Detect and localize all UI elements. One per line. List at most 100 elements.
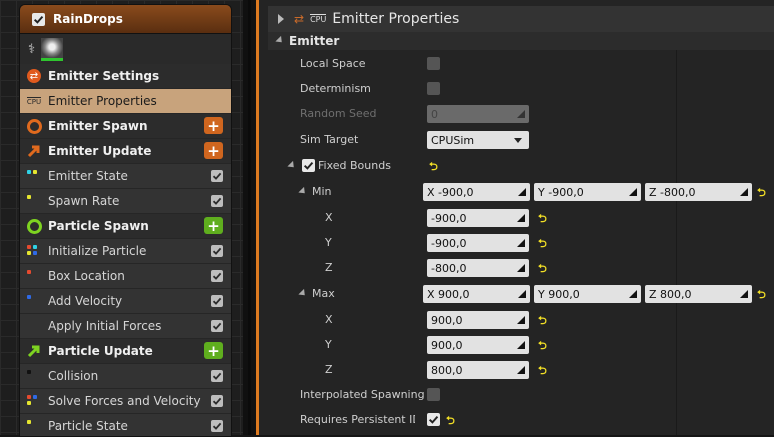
stack-item-emitter-state[interactable]: Emitter State bbox=[20, 164, 231, 189]
ring-icon bbox=[20, 214, 48, 238]
random-seed-field: 0 bbox=[427, 105, 529, 123]
fixed-bounds-expand-icon[interactable] bbox=[287, 160, 297, 171]
min-z-input[interactable]: -800,0 bbox=[427, 259, 529, 277]
category-expand-icon bbox=[275, 35, 285, 46]
prop-local-space: Local Space bbox=[268, 51, 774, 76]
interpolated-spawning-checkbox[interactable] bbox=[427, 388, 440, 401]
stack-item-emitter-update[interactable]: Emitter Update + bbox=[20, 139, 231, 164]
min-label: Min bbox=[312, 185, 332, 198]
drag-handle-icon bbox=[517, 214, 525, 222]
emitter-pin-icon[interactable]: ⚕ bbox=[28, 42, 35, 57]
min-expand-icon[interactable] bbox=[298, 186, 308, 197]
max-z-input[interactable]: 800,0 bbox=[427, 361, 529, 379]
collapse-icon[interactable] bbox=[278, 14, 284, 24]
add-module-button[interactable]: + bbox=[204, 142, 223, 160]
reset-to-default-icon[interactable]: ⮌ bbox=[538, 312, 547, 331]
max-x-value: 900,0 bbox=[438, 287, 470, 301]
reset-to-default-icon[interactable]: ⮌ bbox=[538, 235, 547, 254]
requires-persistent-ids-checkbox[interactable] bbox=[427, 413, 440, 426]
determinism-label: Determinism bbox=[300, 82, 371, 95]
add-module-button[interactable]: + bbox=[204, 217, 223, 235]
min-y-value: -900,0 bbox=[548, 185, 584, 199]
max-x-input[interactable]: 900,0 bbox=[427, 311, 529, 329]
drag-handle-icon bbox=[517, 341, 525, 349]
max-expand-icon[interactable] bbox=[298, 288, 308, 299]
emitter-settings-icon: ⇄ bbox=[20, 64, 48, 88]
chevron-down-icon bbox=[514, 138, 522, 143]
drag-handle-icon bbox=[518, 188, 526, 196]
min-x-input[interactable]: -900,0 bbox=[427, 209, 529, 227]
module-enabled-checkbox[interactable] bbox=[211, 295, 223, 307]
module-enabled-checkbox[interactable] bbox=[211, 270, 223, 282]
max-z-axis-label: Z bbox=[649, 287, 657, 301]
max-y-field[interactable]: Y 900,0 bbox=[534, 285, 641, 303]
stack-item-emitter-spawn[interactable]: Emitter Spawn + bbox=[20, 114, 231, 139]
reset-to-default-icon[interactable]: ⮌ bbox=[538, 260, 547, 279]
add-module-button[interactable]: + bbox=[204, 117, 223, 135]
module-color-dots-icon bbox=[20, 239, 48, 263]
local-space-checkbox[interactable] bbox=[427, 57, 440, 70]
panel-splitter[interactable] bbox=[243, 0, 256, 435]
fixed-bounds-checkbox[interactable] bbox=[302, 159, 315, 172]
prop-random-seed: Random Seed 0 bbox=[268, 101, 774, 126]
module-enabled-checkbox[interactable] bbox=[211, 195, 223, 207]
module-enabled-checkbox[interactable] bbox=[211, 320, 223, 332]
stack-item-particle-update[interactable]: Particle Update + bbox=[20, 339, 231, 364]
reset-to-default-icon[interactable]: ⮌ bbox=[538, 337, 547, 356]
emitter-thumbnail[interactable] bbox=[41, 37, 64, 61]
stack-item-label: Collision bbox=[48, 369, 99, 383]
reset-to-default-icon[interactable]: ⮌ bbox=[429, 158, 438, 177]
module-enabled-checkbox[interactable] bbox=[211, 370, 223, 382]
drag-handle-icon bbox=[740, 290, 748, 298]
stack-item-label: Emitter Spawn bbox=[48, 119, 148, 133]
reset-to-default-icon[interactable]: ⮌ bbox=[757, 184, 766, 203]
reset-to-default-icon[interactable]: ⮌ bbox=[538, 210, 547, 229]
module-enabled-checkbox[interactable] bbox=[211, 245, 223, 257]
prop-max-z: Z 800,0 ⮌ bbox=[268, 357, 774, 382]
details-header: ⇄ CPU Emitter Properties bbox=[268, 6, 774, 32]
stack-item-emitter-settings[interactable]: ⇄ Emitter Settings bbox=[20, 64, 231, 89]
prop-interpolated-spawning: Interpolated Spawning bbox=[268, 382, 774, 407]
min-y-field[interactable]: Y -900,0 bbox=[534, 183, 641, 201]
module-enabled-checkbox[interactable] bbox=[211, 395, 223, 407]
stack-item-particle-state[interactable]: Particle State bbox=[20, 414, 231, 436]
add-module-button[interactable]: + bbox=[204, 342, 223, 360]
reset-to-default-icon[interactable]: ⮌ bbox=[757, 286, 766, 305]
category-emitter[interactable]: Emitter bbox=[268, 32, 774, 50]
min-z-label: Z bbox=[325, 261, 333, 274]
min-y-input[interactable]: -900,0 bbox=[427, 234, 529, 252]
module-color-dots-icon bbox=[20, 264, 48, 288]
stack-item-box-location[interactable]: Box Location bbox=[20, 264, 231, 289]
max-y-value: 900,0 bbox=[548, 287, 580, 301]
min-x-axis-label: X bbox=[427, 185, 435, 199]
max-z-label: Z bbox=[325, 363, 333, 376]
sim-target-dropdown[interactable]: CPUSim bbox=[427, 131, 529, 149]
cpu-icon: CPU bbox=[26, 96, 42, 106]
local-space-label: Local Space bbox=[300, 57, 366, 70]
min-x-field[interactable]: X -900,0 bbox=[423, 183, 530, 201]
determinism-checkbox[interactable] bbox=[427, 82, 440, 95]
max-z-field[interactable]: Z 800,0 bbox=[645, 285, 752, 303]
max-x-field[interactable]: X 900,0 bbox=[423, 285, 530, 303]
min-z-field[interactable]: Z -800,0 bbox=[645, 183, 752, 201]
stack-item-spawn-rate[interactable]: Spawn Rate bbox=[20, 189, 231, 214]
stack-item-initialize-particle[interactable]: Initialize Particle bbox=[20, 239, 231, 264]
stack-item-label: Box Location bbox=[48, 269, 125, 283]
emitter-enabled-checkbox[interactable] bbox=[32, 12, 45, 26]
stack-item-collision[interactable]: Collision bbox=[20, 364, 231, 389]
stack-item-particle-spawn[interactable]: Particle Spawn + bbox=[20, 214, 231, 239]
max-y-input[interactable]: 900,0 bbox=[427, 336, 529, 354]
module-enabled-checkbox[interactable] bbox=[211, 170, 223, 182]
stack-item-apply-initial-forces[interactable]: Apply Initial Forces bbox=[20, 314, 231, 339]
max-y-label: Y bbox=[325, 338, 332, 351]
max-x-axis-label: X bbox=[427, 287, 435, 301]
module-enabled-checkbox[interactable] bbox=[211, 420, 223, 432]
stack-item-emitter-properties[interactable]: CPU Emitter Properties bbox=[20, 89, 231, 114]
emitter-node-header[interactable]: RainDrops bbox=[20, 5, 231, 34]
reset-to-default-icon[interactable]: ⮌ bbox=[538, 362, 547, 381]
emitter-node[interactable]: RainDrops ⚕ ⇄ Emitter Settings CPU Emitter … bbox=[19, 4, 232, 437]
reset-to-default-icon[interactable]: ⮌ bbox=[446, 412, 455, 431]
stack-item-solve-forces-and-velocity[interactable]: Solve Forces and Velocity bbox=[20, 389, 231, 414]
stack-item-add-velocity[interactable]: Add Velocity bbox=[20, 289, 231, 314]
drag-handle-icon bbox=[517, 316, 525, 324]
